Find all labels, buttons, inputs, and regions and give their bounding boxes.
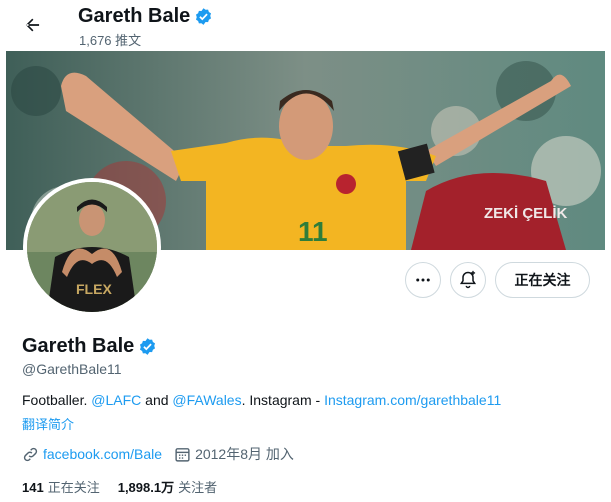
- profile-header-bar: Gareth Bale 1,676 推文: [0, 0, 611, 51]
- profile-name: Gareth Bale: [22, 335, 157, 358]
- profile-website-link[interactable]: facebook.com/Bale: [43, 446, 162, 462]
- followers-label: 关注者: [178, 480, 218, 495]
- notifications-button[interactable]: [450, 262, 486, 298]
- following-count: 141: [22, 480, 44, 495]
- more-options-button[interactable]: [405, 262, 441, 298]
- profile-stats: 141 正在关注 1,898.1万 关注者: [22, 477, 235, 496]
- jersey-number: 11: [298, 216, 328, 247]
- following-button[interactable]: 正在关注: [495, 262, 590, 298]
- avatar[interactable]: FLEX: [23, 178, 161, 316]
- verified-badge-icon: [196, 8, 212, 25]
- profile-actions: 正在关注: [405, 262, 590, 298]
- verified-badge-icon: [140, 338, 156, 355]
- following-label: 正在关注: [47, 480, 100, 495]
- profile-name-text: Gareth Bale: [22, 335, 135, 357]
- header-name-text: Gareth Bale: [78, 5, 191, 27]
- bio-mention-fawales[interactable]: @FAWales: [172, 392, 241, 408]
- profile-handle: @GarethBale11: [22, 361, 122, 377]
- followers-stat[interactable]: 1,898.1万 关注者: [118, 477, 217, 496]
- avatar-shirt-text: FLEX: [76, 281, 112, 297]
- header-title: Gareth Bale: [78, 5, 213, 28]
- bell-plus-icon: [459, 270, 477, 289]
- following-stat[interactable]: 141 正在关注: [22, 477, 100, 496]
- bio-text: . Instagram -: [241, 392, 325, 408]
- more-horizontal-icon: [416, 278, 430, 282]
- avatar-image: FLEX: [27, 182, 157, 312]
- profile-meta: facebook.com/Bale 2012年8月 加入: [22, 444, 294, 464]
- arrow-left-icon: [25, 18, 40, 32]
- opponent-shirt-text: ZEKİ ÇELİK: [484, 205, 568, 222]
- bio-text: and: [141, 392, 173, 408]
- calendar-icon: [174, 446, 191, 463]
- bio-mention-lafc[interactable]: @LAFC: [91, 392, 141, 408]
- followers-count: 1,898.1万: [117, 480, 175, 495]
- tweet-count: 1,676 推文: [79, 33, 142, 48]
- bio-text: Footballer.: [22, 392, 92, 408]
- back-button[interactable]: [14, 7, 50, 43]
- link-icon: [22, 446, 39, 463]
- translate-bio-link[interactable]: 翻译简介: [22, 414, 74, 433]
- profile-bio: Footballer. @LAFC and @FAWales. Instagra…: [22, 392, 501, 408]
- bio-instagram-link[interactable]: Instagram.com/garethbale11: [324, 392, 501, 408]
- join-date: 2012年8月 加入: [195, 446, 294, 462]
